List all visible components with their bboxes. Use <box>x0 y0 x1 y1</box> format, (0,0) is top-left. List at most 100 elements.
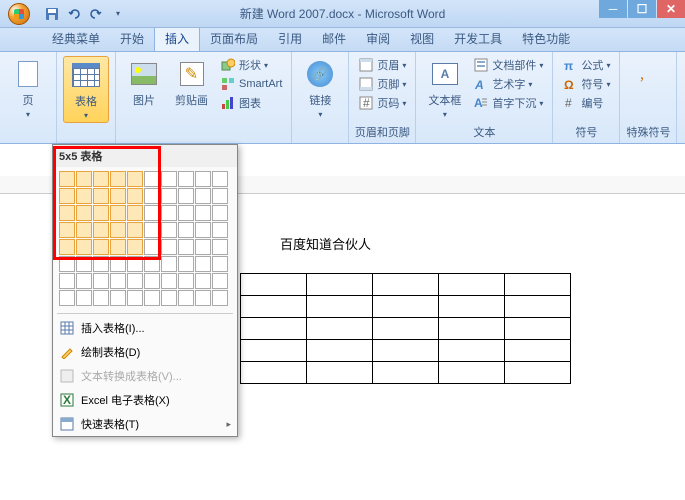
grid-cell[interactable] <box>144 222 160 238</box>
grid-cell[interactable] <box>93 171 109 187</box>
grid-cell[interactable] <box>110 239 126 255</box>
grid-cell[interactable] <box>144 171 160 187</box>
grid-cell[interactable] <box>110 273 126 289</box>
insert-table-item[interactable]: 插入表格(I)... <box>53 316 237 340</box>
grid-cell[interactable] <box>110 256 126 272</box>
grid-cell[interactable] <box>144 188 160 204</box>
number-button[interactable]: # 编号 <box>559 94 613 112</box>
page-button[interactable]: 页 ▾ <box>6 56 50 121</box>
minimize-button[interactable]: ─ <box>599 0 627 18</box>
grid-cell[interactable] <box>59 273 75 289</box>
grid-cell[interactable] <box>212 290 228 306</box>
link-button[interactable]: 🔗 链接 ▾ <box>298 56 342 121</box>
clipart-button[interactable]: ✎ 剪贴画 <box>169 56 214 110</box>
grid-cell[interactable] <box>59 256 75 272</box>
undo-icon[interactable] <box>66 6 82 22</box>
grid-cell[interactable] <box>59 222 75 238</box>
tab-layout[interactable]: 页面布局 <box>200 26 268 51</box>
wordart-button[interactable]: A 艺术字 ▾ <box>470 75 546 93</box>
grid-cell[interactable] <box>127 273 143 289</box>
tab-insert[interactable]: 插入 <box>154 25 200 51</box>
grid-cell[interactable] <box>178 239 194 255</box>
grid-cell[interactable] <box>195 256 211 272</box>
tab-mail[interactable]: 邮件 <box>312 26 356 51</box>
qat-dropdown-icon[interactable]: ▾ <box>110 6 126 22</box>
save-icon[interactable] <box>44 6 60 22</box>
grid-cell[interactable] <box>178 188 194 204</box>
grid-cell[interactable] <box>144 205 160 221</box>
grid-cell[interactable] <box>59 188 75 204</box>
grid-cell[interactable] <box>144 273 160 289</box>
grid-cell[interactable] <box>110 205 126 221</box>
grid-cell[interactable] <box>59 290 75 306</box>
grid-cell[interactable] <box>178 222 194 238</box>
grid-cell[interactable] <box>195 273 211 289</box>
grid-cell[interactable] <box>161 188 177 204</box>
grid-cell[interactable] <box>59 205 75 221</box>
parts-button[interactable]: 文档部件 ▾ <box>470 56 546 74</box>
grid-cell[interactable] <box>93 205 109 221</box>
close-button[interactable]: ✕ <box>657 0 685 18</box>
tab-classic[interactable]: 经典菜单 <box>42 26 110 51</box>
grid-cell[interactable] <box>110 222 126 238</box>
shapes-button[interactable]: 形状 ▾ <box>217 56 285 74</box>
grid-cell[interactable] <box>212 205 228 221</box>
grid-cell[interactable] <box>76 188 92 204</box>
grid-cell[interactable] <box>76 273 92 289</box>
grid-cell[interactable] <box>127 171 143 187</box>
symbol-button[interactable]: Ω 符号 ▾ <box>559 75 613 93</box>
picture-button[interactable]: 图片 <box>122 56 166 110</box>
document-table[interactable] <box>240 273 571 384</box>
grid-cell[interactable] <box>93 290 109 306</box>
grid-cell[interactable] <box>93 188 109 204</box>
pagenum-button[interactable]: # 页码 ▾ <box>355 94 409 112</box>
grid-cell[interactable] <box>76 290 92 306</box>
grid-cell[interactable] <box>144 256 160 272</box>
grid-cell[interactable] <box>127 290 143 306</box>
table-button[interactable]: 表格 ▾ <box>63 56 109 123</box>
grid-cell[interactable] <box>178 273 194 289</box>
draw-table-item[interactable]: 绘制表格(D) <box>53 340 237 364</box>
maximize-button[interactable]: ☐ <box>628 0 656 18</box>
textbox-button[interactable]: A 文本框 ▾ <box>422 56 467 121</box>
grid-cell[interactable] <box>127 205 143 221</box>
grid-cell[interactable] <box>178 205 194 221</box>
grid-cell[interactable] <box>110 188 126 204</box>
grid-cell[interactable] <box>93 239 109 255</box>
grid-cell[interactable] <box>212 171 228 187</box>
grid-cell[interactable] <box>161 256 177 272</box>
grid-cell[interactable] <box>110 290 126 306</box>
tab-reference[interactable]: 引用 <box>268 26 312 51</box>
grid-cell[interactable] <box>212 256 228 272</box>
document-text[interactable]: 百度知道合伙人 <box>280 234 625 253</box>
grid-cell[interactable] <box>161 290 177 306</box>
grid-cell[interactable] <box>127 222 143 238</box>
office-button[interactable] <box>0 0 38 28</box>
grid-cell[interactable] <box>195 222 211 238</box>
excel-table-item[interactable]: X Excel 电子表格(X) <box>53 388 237 412</box>
grid-cell[interactable] <box>212 273 228 289</box>
grid-cell[interactable] <box>76 171 92 187</box>
dropcap-button[interactable]: A 首字下沉 ▾ <box>470 94 546 112</box>
grid-cell[interactable] <box>127 256 143 272</box>
grid-cell[interactable] <box>212 188 228 204</box>
grid-cell[interactable] <box>76 205 92 221</box>
grid-cell[interactable] <box>93 256 109 272</box>
special-symbol-button[interactable]: ， <box>626 56 670 92</box>
grid-cell[interactable] <box>59 171 75 187</box>
grid-cell[interactable] <box>76 222 92 238</box>
grid-cell[interactable] <box>59 239 75 255</box>
quick-table-item[interactable]: 快速表格(T) ▸ <box>53 412 237 436</box>
grid-cell[interactable] <box>212 222 228 238</box>
grid-cell[interactable] <box>76 256 92 272</box>
grid-cell[interactable] <box>76 239 92 255</box>
header-button[interactable]: 页眉 ▾ <box>355 56 409 74</box>
grid-cell[interactable] <box>178 171 194 187</box>
grid-cell[interactable] <box>161 171 177 187</box>
grid-cell[interactable] <box>212 239 228 255</box>
grid-cell[interactable] <box>93 222 109 238</box>
grid-cell[interactable] <box>127 239 143 255</box>
grid-cell[interactable] <box>110 171 126 187</box>
grid-cell[interactable] <box>178 256 194 272</box>
grid-cell[interactable] <box>93 273 109 289</box>
